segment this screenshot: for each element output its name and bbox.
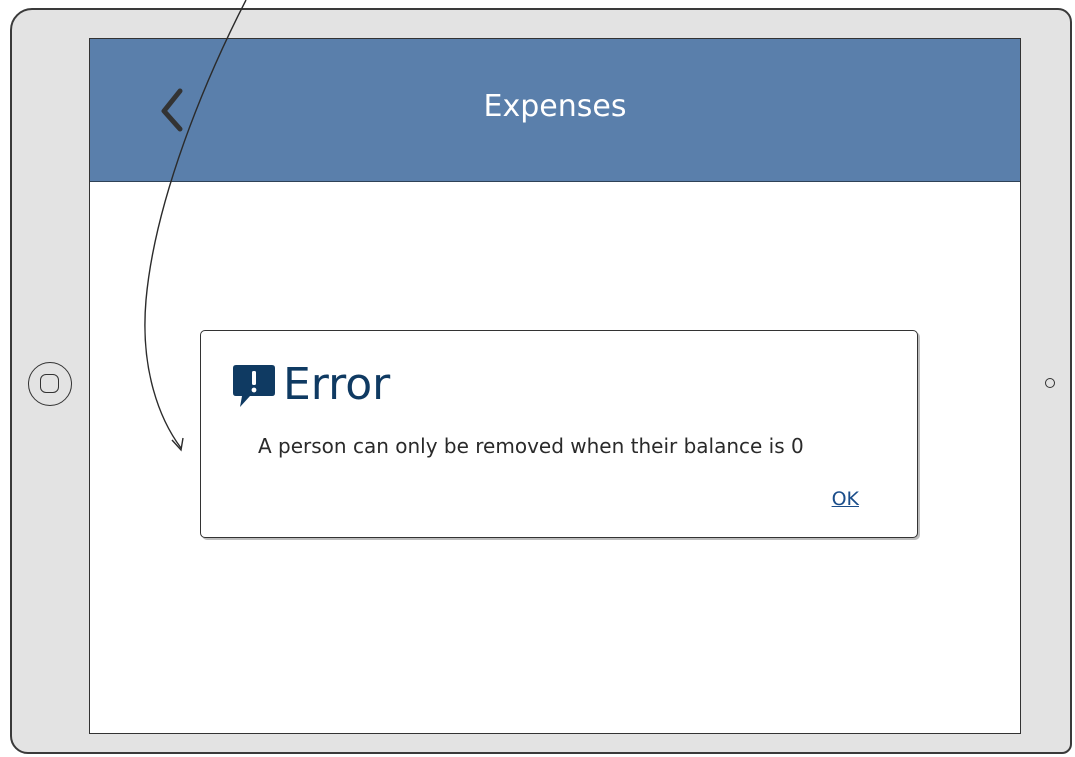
error-dialog: Error A person can only be removed when … [200,330,918,538]
home-button[interactable] [28,362,72,406]
home-button-icon [40,374,59,393]
alert-speech-bubble-icon [233,365,275,407]
page-title: Expenses [483,89,627,124]
dialog-message: A person can only be removed when their … [258,434,804,458]
dialog-title: Error [283,359,391,410]
camera-dot [1045,378,1055,388]
ok-button[interactable]: OK [832,488,859,510]
app-header: Expenses [90,39,1020,182]
